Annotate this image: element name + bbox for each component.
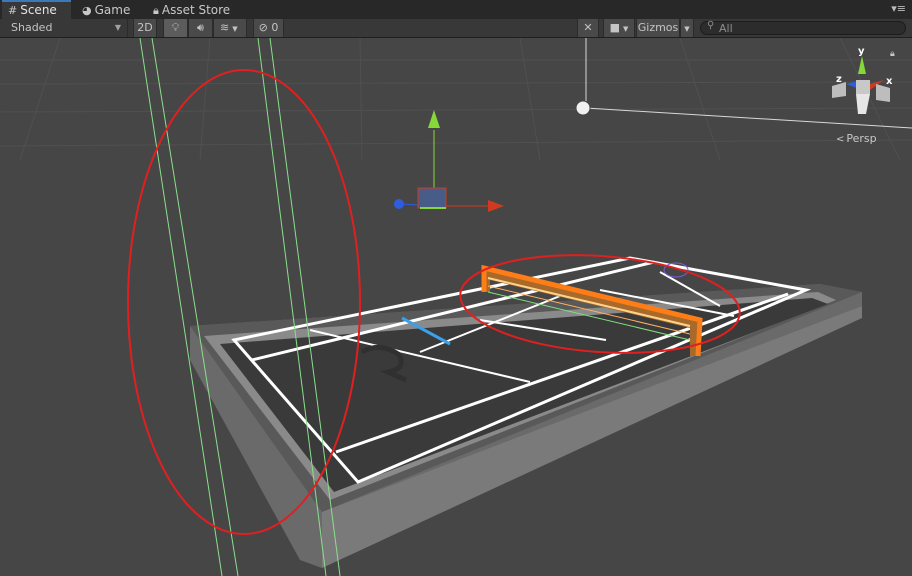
eye-slash-icon: ⊘ [258, 21, 268, 34]
layers-icon: ≋ [220, 21, 230, 34]
gizmos-label: Gizmos [637, 21, 679, 34]
pacman-icon: ◕ [82, 4, 92, 17]
z-axis-handle[interactable] [394, 199, 404, 209]
mode-2d-button[interactable]: 2D [133, 19, 157, 37]
hidden-objects-toggle[interactable]: ⊘ 0 [253, 19, 284, 37]
chevron-down-icon: ▼ [684, 25, 690, 33]
gizmo-y-label: y [858, 46, 865, 57]
speaker-icon: 🔊︎ [197, 21, 204, 34]
tab-game-label: Game [94, 3, 131, 17]
tab-asset-store[interactable]: 🔒︎ Asset Store [153, 0, 230, 19]
tools-button[interactable]: ✕ [577, 19, 599, 37]
gizmo-y-cone[interactable] [858, 56, 866, 74]
chevron-down-icon: ▼ [623, 25, 629, 33]
chevron-down-icon: ▼ [114, 23, 121, 32]
search-icon: ⚲ [707, 20, 715, 31]
scene-tab-bar: # Scene ◕ Game 🔒︎ Asset Store ▾≡ [0, 0, 912, 19]
tools-icon: ✕ [583, 21, 593, 34]
orientation-gizmo[interactable]: y z x [832, 46, 893, 114]
camera-dropdown[interactable]: ■ ▼ [603, 19, 635, 37]
move-tool-gizmo[interactable] [394, 110, 504, 212]
camera-icon: ■ [609, 21, 620, 34]
draw-mode-dropdown[interactable]: Shaded ▼ [0, 19, 128, 37]
chevron-left-icon: < [836, 134, 845, 145]
draw-mode-value: Shaded [11, 21, 53, 34]
effects-dropdown[interactable]: ≋ ▼ [213, 19, 247, 37]
lightbulb-icon: 💡︎ [171, 21, 180, 34]
tab-game[interactable]: ◕ Game [82, 0, 130, 19]
gizmo-z-label: z [836, 74, 842, 85]
x-axis-handle[interactable] [488, 200, 504, 212]
projection-toggle[interactable]: < Persp [836, 132, 877, 145]
projection-label: Persp [846, 132, 877, 145]
plane-handle[interactable] [417, 187, 447, 209]
scene-viewport[interactable]: y z x 🔒︎ < Persp [0, 38, 912, 576]
audio-toggle[interactable]: 🔊︎ [188, 19, 213, 37]
gizmos-button[interactable]: Gizmos [636, 19, 680, 37]
gizmos-dropdown[interactable]: ▼ [680, 19, 694, 37]
lock-bag-icon: 🔒︎ [153, 4, 159, 17]
scene-toolbar: Shaded ▼ 2D 💡︎ 🔊︎ ≋ ▼ ⊘ 0 ✕ ■ ▼ Gizmos ▼ ⚲ [0, 19, 912, 38]
y-axis-handle[interactable] [428, 110, 440, 128]
tab-scene-label: Scene [20, 3, 57, 17]
gizmo-center-cube[interactable] [856, 80, 870, 94]
directional-light-icon[interactable] [575, 100, 591, 116]
ground-grid [0, 38, 912, 161]
scene-search[interactable]: ⚲ [700, 20, 906, 35]
chevron-down-icon: ▼ [232, 25, 238, 33]
tab-asset-store-label: Asset Store [161, 3, 231, 17]
tab-scene[interactable]: # Scene [2, 0, 71, 19]
hidden-count: 0 [271, 21, 279, 34]
lighting-toggle[interactable]: 💡︎ [163, 19, 188, 37]
hash-grid-icon: # [8, 4, 18, 17]
scene-canvas: y z x 🔒︎ [0, 38, 912, 576]
gizmo-lock-icon[interactable]: 🔒︎ [890, 49, 895, 59]
search-input[interactable] [719, 22, 889, 34]
gizmo-x-label: x [886, 76, 893, 87]
mode-2d-label: 2D [137, 21, 153, 34]
panel-menu-icon[interactable]: ▾≡ [891, 3, 906, 14]
